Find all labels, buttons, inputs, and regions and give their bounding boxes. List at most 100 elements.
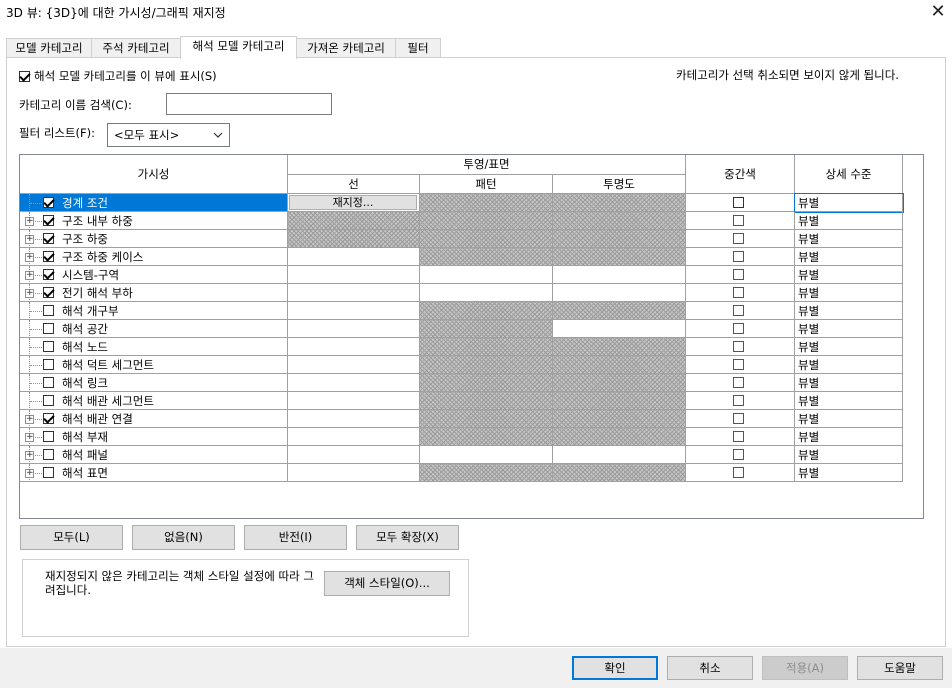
cancel-button[interactable]: 취소 (667, 656, 753, 680)
expand-plus-icon[interactable]: + (25, 469, 34, 478)
line-override-cell[interactable] (288, 410, 420, 428)
table-row[interactable]: + 구조 내부 하중 뷰별 (20, 212, 903, 230)
pattern-override-cell[interactable] (420, 338, 553, 356)
halftone-checkbox[interactable] (733, 251, 744, 262)
halftone-checkbox[interactable] (733, 377, 744, 388)
halftone-checkbox[interactable] (733, 359, 744, 370)
filter-list-dropdown[interactable]: <모두 표시> (107, 123, 230, 147)
detail-level-cell[interactable]: 뷰별 (795, 248, 903, 266)
visibility-checkbox[interactable] (43, 323, 54, 334)
detail-level-cell[interactable]: 뷰별 (795, 446, 903, 464)
category-search-input[interactable] (166, 93, 332, 115)
transparency-override-cell[interactable] (553, 212, 686, 230)
halftone-checkbox[interactable] (733, 431, 744, 442)
halftone-checkbox[interactable] (733, 467, 744, 478)
category-cell[interactable]: + 전기 해석 부하 (20, 284, 288, 302)
category-cell[interactable]: + 해석 패널 (20, 446, 288, 464)
transparency-override-cell[interactable] (553, 338, 686, 356)
ok-button[interactable]: 확인 (572, 656, 658, 680)
halftone-checkbox[interactable] (733, 323, 744, 334)
category-cell[interactable]: 해석 공간 (20, 320, 288, 338)
line-override-cell[interactable] (288, 320, 420, 338)
visibility-checkbox[interactable] (43, 413, 54, 424)
category-cell[interactable]: + 해석 부재 (20, 428, 288, 446)
halftone-checkbox[interactable] (733, 413, 744, 424)
expand-plus-icon[interactable]: + (25, 253, 34, 262)
table-row[interactable]: 해석 덕트 세그먼트 뷰별 (20, 356, 903, 374)
tab-model-categories[interactable]: 모델 카테고리 (6, 38, 92, 58)
line-override-cell[interactable] (288, 266, 420, 284)
transparency-override-cell[interactable] (553, 230, 686, 248)
halftone-checkbox[interactable] (733, 197, 744, 208)
line-override-cell[interactable] (288, 248, 420, 266)
category-cell[interactable]: 경계 조건 (20, 194, 288, 212)
pattern-override-cell[interactable] (420, 374, 553, 392)
visibility-checkbox[interactable] (43, 341, 54, 352)
pattern-override-cell[interactable] (420, 320, 553, 338)
line-override-cell[interactable] (288, 428, 420, 446)
detail-level-cell[interactable]: 뷰별 (794, 193, 904, 213)
expand-plus-icon[interactable]: + (25, 433, 34, 442)
halftone-checkbox[interactable] (733, 341, 744, 352)
halftone-checkbox[interactable] (733, 449, 744, 460)
expand-plus-icon[interactable]: + (25, 271, 34, 280)
tab-imported-categories[interactable]: 가져온 카테고리 (296, 38, 396, 58)
detail-level-cell[interactable]: 뷰별 (795, 302, 903, 320)
detail-level-cell[interactable]: 뷰별 (795, 212, 903, 230)
category-cell[interactable]: + 구조 내부 하중 (20, 212, 288, 230)
category-cell[interactable]: 해석 덕트 세그먼트 (20, 356, 288, 374)
category-cell[interactable]: + 해석 표면 (20, 464, 288, 482)
category-cell[interactable]: 해석 링크 (20, 374, 288, 392)
visibility-checkbox[interactable] (43, 305, 54, 316)
halftone-checkbox[interactable] (733, 287, 744, 298)
visibility-checkbox[interactable] (43, 269, 54, 280)
halftone-cell[interactable] (686, 194, 795, 212)
pattern-override-cell[interactable] (420, 356, 553, 374)
halftone-cell[interactable] (686, 212, 795, 230)
table-row[interactable]: + 해석 표면 뷰별 (20, 464, 903, 482)
category-cell[interactable]: 해석 개구부 (20, 302, 288, 320)
halftone-checkbox[interactable] (733, 269, 744, 280)
pattern-override-cell[interactable] (420, 266, 553, 284)
line-override-cell[interactable] (288, 212, 420, 230)
select-all-button[interactable]: 모두(L) (20, 525, 123, 550)
tab-annotation-categories[interactable]: 주석 카테고리 (91, 38, 181, 58)
pattern-override-cell[interactable] (420, 248, 553, 266)
table-row[interactable]: + 구조 하중 뷰별 (20, 230, 903, 248)
detail-level-cell[interactable]: 뷰별 (795, 410, 903, 428)
category-cell[interactable]: 해석 배관 세그먼트 (20, 392, 288, 410)
visibility-checkbox[interactable] (43, 431, 54, 442)
transparency-override-cell[interactable] (553, 410, 686, 428)
halftone-cell[interactable] (686, 464, 795, 482)
line-override-cell[interactable] (288, 446, 420, 464)
table-row[interactable]: + 시스템-구역 뷰별 (20, 266, 903, 284)
halftone-checkbox[interactable] (733, 215, 744, 226)
table-row[interactable]: 해석 배관 세그먼트 뷰별 (20, 392, 903, 410)
transparency-override-cell[interactable] (553, 266, 686, 284)
halftone-cell[interactable] (686, 248, 795, 266)
table-row[interactable]: 해석 공간 뷰별 (20, 320, 903, 338)
halftone-checkbox[interactable] (733, 395, 744, 406)
halftone-cell[interactable] (686, 428, 795, 446)
category-cell[interactable]: + 구조 하중 케이스 (20, 248, 288, 266)
category-cell[interactable]: 해석 노드 (20, 338, 288, 356)
halftone-cell[interactable] (686, 410, 795, 428)
halftone-cell[interactable] (686, 446, 795, 464)
halftone-cell[interactable] (686, 338, 795, 356)
pattern-override-cell[interactable] (420, 464, 553, 482)
transparency-override-cell[interactable] (553, 248, 686, 266)
halftone-cell[interactable] (686, 356, 795, 374)
table-row[interactable]: + 구조 하중 케이스 뷰별 (20, 248, 903, 266)
expand-all-button[interactable]: 모두 확장(X) (356, 525, 459, 550)
line-override-cell[interactable] (288, 464, 420, 482)
detail-level-cell[interactable]: 뷰별 (795, 284, 903, 302)
visibility-checkbox[interactable] (43, 251, 54, 262)
halftone-cell[interactable] (686, 284, 795, 302)
table-row[interactable]: + 해석 부재 뷰별 (20, 428, 903, 446)
visibility-checkbox[interactable] (43, 287, 54, 298)
visibility-checkbox[interactable] (43, 215, 54, 226)
line-override-cell[interactable] (288, 374, 420, 392)
expand-plus-icon[interactable]: + (25, 235, 34, 244)
line-override-cell[interactable] (288, 230, 420, 248)
tab-analytical-model-categories[interactable]: 해석 모델 카테고리 (180, 36, 297, 59)
